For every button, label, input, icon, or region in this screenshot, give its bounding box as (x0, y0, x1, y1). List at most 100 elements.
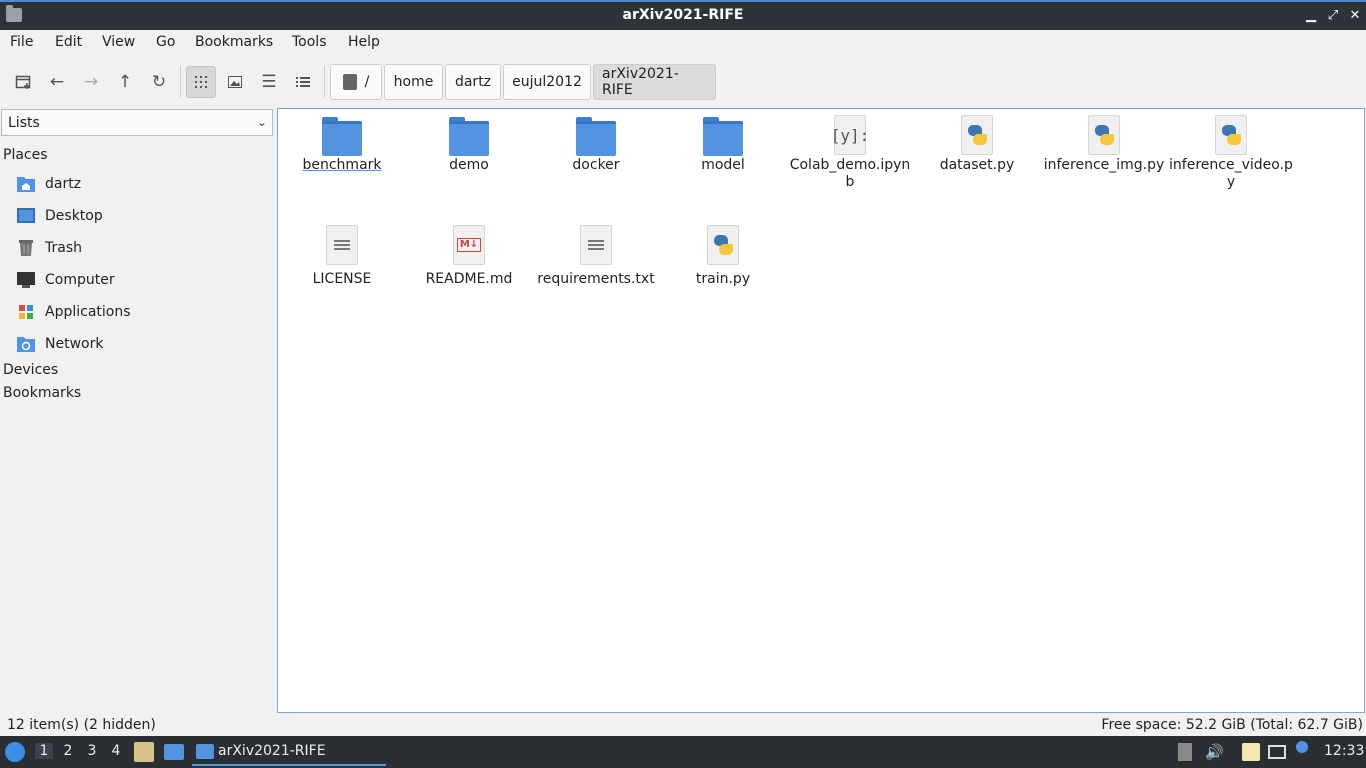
taskbar: 1 2 3 4 arXiv2021-RIFE 🔊 12:33 (0, 736, 1366, 768)
sidebar-item-desktop[interactable]: Desktop (16, 202, 103, 230)
item-count: 12 item(s) (2 hidden) (7, 717, 156, 733)
breadcrumb-item-eujul2012[interactable]: eujul2012 (503, 64, 591, 100)
sidebar-item-label: Trash (45, 240, 82, 256)
file-name: inference_video.py (1169, 157, 1293, 190)
menu-bookmarks[interactable]: Bookmarks (195, 34, 273, 50)
workspace-3[interactable]: 3 (83, 743, 101, 759)
minimize-icon[interactable]: ▁ (1302, 7, 1320, 25)
taskbar-window-label: arXiv2021-RIFE (218, 743, 326, 759)
places-heading[interactable]: Places (3, 147, 48, 163)
sidebar-item-applications[interactable]: Applications (16, 298, 131, 326)
notebook-badge: [y]: (830, 125, 870, 145)
network-icon (16, 335, 36, 353)
python-file-icon (1215, 115, 1247, 155)
compact-view-icon[interactable]: ☰ (254, 66, 284, 98)
forward-arrow-icon[interactable]: → (76, 66, 106, 98)
breadcrumb-root[interactable]: / (330, 64, 382, 100)
markdown-badge: M↓ (456, 238, 482, 252)
bookmarks-heading[interactable]: Bookmarks (3, 385, 81, 401)
file-item-python[interactable]: dataset.py (915, 115, 1039, 174)
chevron-down-icon: ⌄ (256, 115, 267, 129)
reload-icon[interactable]: ↻ (144, 66, 174, 98)
python-file-icon (707, 225, 739, 265)
notebook-file-icon: [y]: (831, 115, 869, 155)
sidebar-item-trash[interactable]: Trash (16, 234, 82, 262)
file-item-markdown[interactable]: M↓ README.md (407, 225, 531, 288)
folder-icon (196, 743, 214, 759)
file-name: Colab_demo.ipynb (789, 157, 911, 190)
file-view[interactable]: benchmark demo docker model [y]: Colab_d… (277, 108, 1365, 713)
sidebar-item-computer[interactable]: Computer (16, 266, 115, 294)
sidebar-item-label: Network (45, 336, 104, 352)
notes-icon[interactable] (1242, 743, 1260, 761)
file-item-text[interactable]: LICENSE (280, 225, 404, 288)
icon-view-icon[interactable] (186, 66, 216, 98)
detailed-list-view-icon[interactable] (288, 66, 318, 98)
python-file-icon (1088, 115, 1120, 155)
eject-icon[interactable] (1178, 743, 1192, 761)
file-name: demo (449, 157, 489, 173)
file-item-folder[interactable]: docker (534, 117, 658, 174)
free-space: Free space: 52.2 GiB (Total: 62.7 GiB) (1101, 717, 1363, 733)
new-tab-icon[interactable] (8, 66, 38, 98)
desktop-launcher-icon[interactable] (164, 744, 184, 760)
file-name: benchmark (302, 157, 382, 173)
file-name: README.md (425, 271, 513, 287)
taskbar-window-button[interactable]: arXiv2021-RIFE (192, 738, 386, 766)
computer-icon (16, 271, 36, 289)
start-menu-icon[interactable] (5, 742, 25, 762)
menu-tools[interactable]: Tools (292, 34, 327, 50)
devices-heading[interactable]: Devices (3, 362, 58, 378)
workspace-2[interactable]: 2 (59, 743, 77, 759)
file-item-folder[interactable]: benchmark (280, 117, 404, 174)
file-name: docker (572, 157, 620, 173)
file-manager-launcher-icon[interactable] (134, 742, 154, 762)
file-item-python[interactable]: train.py (661, 225, 785, 288)
file-name: model (701, 157, 745, 173)
sidebar-item-label: Computer (45, 272, 115, 288)
thumbnail-view-icon[interactable] (220, 66, 250, 98)
breadcrumb-item-dartz[interactable]: dartz (445, 64, 501, 100)
back-arrow-icon[interactable]: ← (42, 66, 72, 98)
sidebar-item-dartz[interactable]: dartz (16, 170, 81, 198)
sidebar-mode-select[interactable]: Lists ⌄ (1, 109, 273, 136)
folder-icon (703, 117, 743, 156)
sidebar-item-label: Desktop (45, 208, 103, 224)
breadcrumb-item-current[interactable]: arXiv2021-RIFE (593, 64, 716, 100)
window-title: arXiv2021-RIFE (622, 7, 744, 23)
window-titlebar: arXiv2021-RIFE ▁ ⤢ ✕ (0, 0, 1366, 30)
menu-view[interactable]: View (102, 34, 135, 50)
close-icon[interactable]: ✕ (1346, 7, 1364, 25)
menu-file[interactable]: File (10, 34, 33, 50)
file-item-folder[interactable]: demo (407, 117, 531, 174)
drive-icon (342, 74, 357, 90)
sidebar-item-network[interactable]: Network (16, 330, 103, 358)
network-status-icon[interactable] (1268, 745, 1286, 759)
workspace-4[interactable]: 4 (107, 743, 125, 759)
applications-icon (16, 303, 36, 321)
file-item-python[interactable]: inference_img.py (1042, 115, 1166, 174)
file-item-text[interactable]: requirements.txt (534, 225, 658, 288)
folder-icon (449, 117, 489, 156)
menu-edit[interactable]: Edit (55, 34, 82, 50)
file-item-folder[interactable]: model (661, 117, 785, 174)
notification-icon[interactable] (1296, 741, 1308, 753)
file-name: dataset.py (939, 157, 1015, 173)
status-bar: 12 item(s) (2 hidden) Free space: 52.2 G… (0, 715, 1366, 737)
menubar: File Edit View Go Bookmarks Tools Help (0, 30, 1366, 56)
menu-go[interactable]: Go (156, 34, 175, 50)
text-file-icon (326, 225, 358, 265)
clock[interactable]: 12:33 (1324, 743, 1364, 759)
file-item-notebook[interactable]: [y]: Colab_demo.ipynb (788, 115, 912, 191)
file-item-python[interactable]: inference_video.py (1169, 115, 1293, 191)
toolbar-separator (324, 66, 325, 98)
toolbar-separator (180, 66, 181, 98)
workspace-1[interactable]: 1 (35, 743, 53, 759)
up-arrow-icon[interactable]: ↑ (110, 66, 140, 98)
maximize-icon[interactable]: ⤢ (1324, 7, 1342, 25)
breadcrumb-item-home[interactable]: home (384, 64, 443, 100)
volume-icon[interactable]: 🔊 (1205, 743, 1224, 761)
menu-help[interactable]: Help (348, 34, 380, 50)
sidebar-mode-value: Lists (8, 115, 40, 131)
text-file-icon (580, 225, 612, 265)
